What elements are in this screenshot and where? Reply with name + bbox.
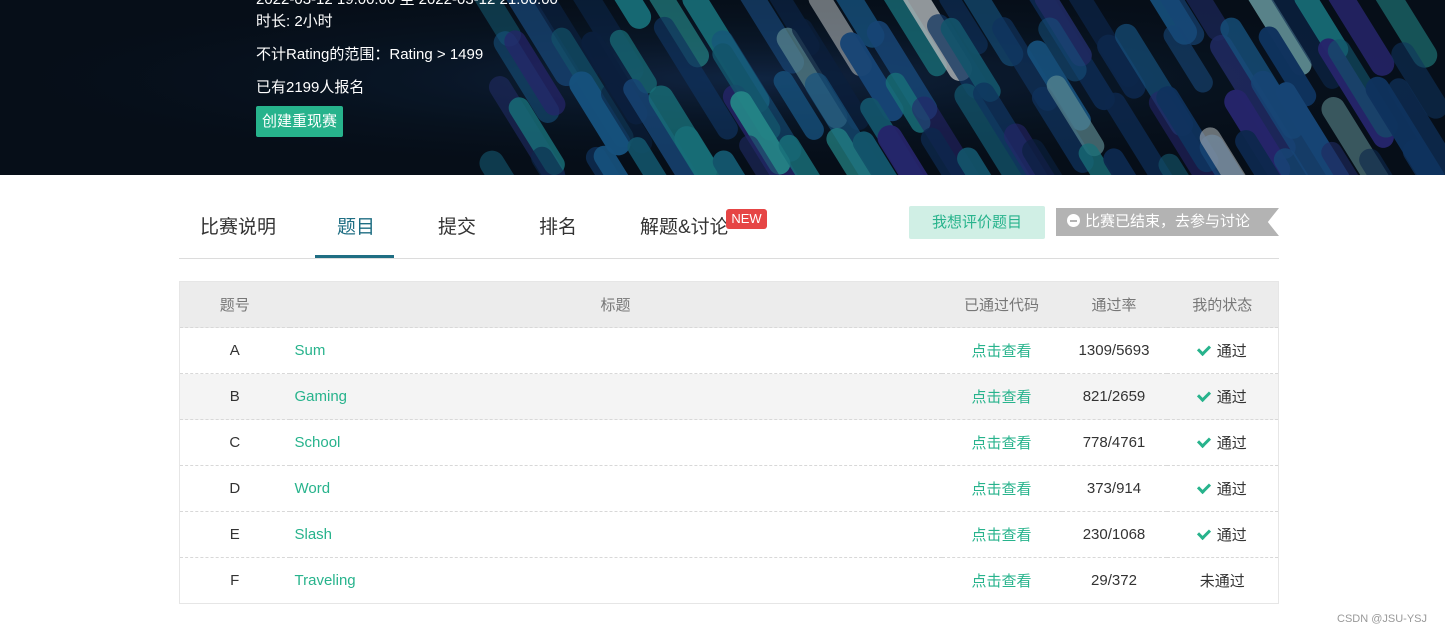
check-icon bbox=[1196, 525, 1211, 541]
table-row: B Gaming 点击查看 821/2659 通过 bbox=[179, 373, 1279, 420]
status-label: 通过 bbox=[1216, 389, 1247, 406]
problem-title-link[interactable]: Word bbox=[295, 480, 331, 497]
header-my-status: 我的状态 bbox=[1192, 297, 1253, 314]
problem-id: C bbox=[229, 434, 241, 451]
header-problem-id: 题号 bbox=[219, 297, 250, 314]
contest-duration: 时长: 2小时 bbox=[256, 13, 333, 30]
problem-id: E bbox=[229, 526, 240, 543]
table-row: F Traveling 点击查看 29/372 未通过 bbox=[179, 557, 1279, 604]
problem-title-link[interactable]: School bbox=[295, 434, 341, 451]
tab-problems[interactable]: 题目 bbox=[337, 212, 375, 239]
status-label: 未通过 bbox=[1199, 573, 1245, 590]
problem-table: 题号 标题 已通过代码 通过率 我的状态 A Sum 点击查看 1309/569… bbox=[179, 281, 1279, 604]
check-icon bbox=[1196, 341, 1211, 357]
view-code-link[interactable]: 点击查看 bbox=[971, 389, 1031, 406]
new-badge: NEW bbox=[726, 209, 767, 229]
pass-rate: 29/372 bbox=[1091, 572, 1137, 589]
unrated-range: 不计Rating的范围：Rating > 1499 bbox=[256, 46, 484, 63]
check-icon bbox=[1196, 479, 1211, 495]
tab-contest-description[interactable]: 比赛说明 bbox=[200, 212, 276, 239]
tab-solutions-discussion[interactable]: 解题&讨论 bbox=[640, 212, 729, 239]
contest-ended-discuss-link[interactable]: 比赛已结束，去参与讨论 bbox=[1056, 208, 1279, 236]
status-label: 通过 bbox=[1216, 527, 1247, 544]
my-status: 未通过 bbox=[1167, 558, 1279, 604]
pass-rate: 373/914 bbox=[1086, 480, 1142, 497]
check-icon bbox=[1196, 433, 1211, 449]
table-row: E Slash 点击查看 230/1068 通过 bbox=[179, 511, 1279, 558]
view-code-link[interactable]: 点击查看 bbox=[971, 527, 1031, 544]
tab-ranking[interactable]: 排名 bbox=[539, 212, 577, 239]
header-accepted-code: 已通过代码 bbox=[963, 297, 1039, 314]
check-icon bbox=[1196, 387, 1211, 403]
problem-title-link[interactable]: Sum bbox=[295, 342, 326, 359]
rate-problems-button[interactable]: 我想评价题目 bbox=[909, 206, 1045, 239]
problem-id: D bbox=[229, 480, 241, 497]
header-pass-rate: 通过率 bbox=[1091, 297, 1137, 314]
pass-rate: 778/4761 bbox=[1082, 434, 1146, 451]
active-tab-indicator bbox=[315, 255, 394, 258]
tab-submissions[interactable]: 提交 bbox=[438, 212, 476, 239]
table-header: 题号 标题 已通过代码 通过率 我的状态 bbox=[179, 281, 1279, 328]
problem-title-link[interactable]: Traveling bbox=[295, 572, 356, 589]
pass-rate: 230/1068 bbox=[1082, 526, 1146, 543]
problem-title-link[interactable]: Slash bbox=[295, 526, 333, 543]
my-status: 通过 bbox=[1167, 374, 1279, 420]
status-label: 通过 bbox=[1216, 435, 1247, 452]
header-title: 标题 bbox=[600, 297, 631, 314]
view-code-link[interactable]: 点击查看 bbox=[971, 435, 1031, 452]
problem-id: B bbox=[229, 388, 240, 405]
view-code-link[interactable]: 点击查看 bbox=[971, 481, 1031, 498]
contest-time-range: 2022-03-12 19:00:00 至 2022-03-12 21:00:0… bbox=[256, 0, 558, 9]
table-row: A Sum 点击查看 1309/5693 通过 bbox=[179, 327, 1279, 374]
create-replay-contest-button[interactable]: 创建重现赛 bbox=[256, 106, 344, 137]
banner-background-pattern bbox=[0, 0, 1445, 175]
contest-tabs: 比赛说明 题目 提交 排名 解题&讨论 NEW 我想评价题目 比赛已结束，去参与… bbox=[179, 175, 1279, 259]
problem-title-link[interactable]: Gaming bbox=[295, 388, 348, 405]
problem-id: A bbox=[229, 342, 240, 359]
contest-banner: 2022-03-12 19:00:00 至 2022-03-12 21:00:0… bbox=[0, 0, 1445, 175]
view-code-link[interactable]: 点击查看 bbox=[971, 343, 1031, 360]
status-label: 通过 bbox=[1216, 343, 1247, 360]
my-status: 通过 bbox=[1167, 512, 1279, 558]
my-status: 通过 bbox=[1167, 466, 1279, 512]
my-status: 通过 bbox=[1167, 328, 1279, 374]
view-code-link[interactable]: 点击查看 bbox=[971, 573, 1031, 590]
status-label: 通过 bbox=[1216, 481, 1247, 498]
problem-id: F bbox=[230, 572, 240, 589]
pass-rate: 1309/5693 bbox=[1078, 342, 1150, 359]
watermark: CSDN @JSU-YSJ bbox=[1337, 613, 1428, 625]
my-status: 通过 bbox=[1167, 420, 1279, 466]
pass-rate: 821/2659 bbox=[1082, 388, 1146, 405]
table-row: C School 点击查看 778/4761 通过 bbox=[179, 419, 1279, 466]
minus-circle-icon bbox=[1067, 214, 1080, 227]
table-row: D Word 点击查看 373/914 通过 bbox=[179, 465, 1279, 512]
contest-ended-label: 比赛已结束，去参与讨论 bbox=[1085, 213, 1251, 230]
registered-count: 已有2199人报名 bbox=[256, 79, 365, 96]
